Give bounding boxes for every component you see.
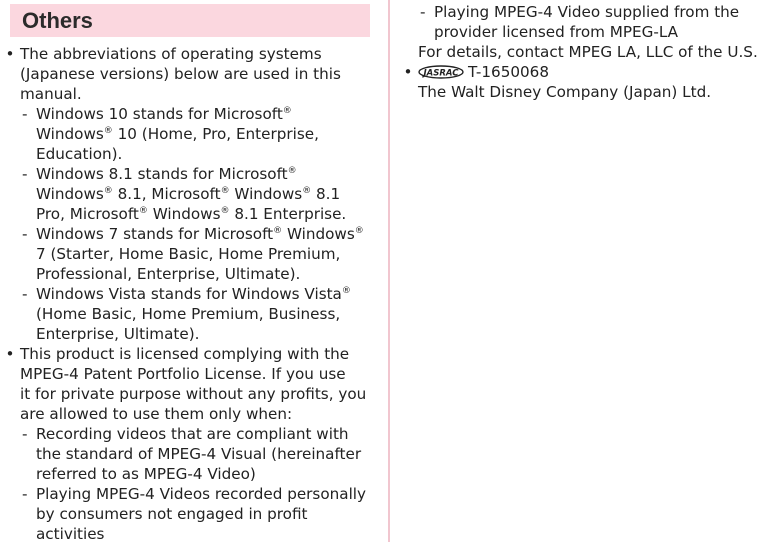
sub-item-line: - Playing MPEG-4 Videos recorded personal… <box>22 485 366 503</box>
registered-mark: ® <box>302 186 312 196</box>
registered-mark: ® <box>282 106 292 116</box>
sub-item-line: activities <box>36 525 105 543</box>
sub-item-line: - Playing MPEG-4 Video supplied from the <box>420 3 740 21</box>
bullet-icon: • <box>403 63 413 81</box>
sub-item-line: (Home Basic, Home Premium, Business, <box>36 305 341 323</box>
sub-item-line: provider licensed from MPEG-LA <box>434 23 679 41</box>
bullet-icon: • <box>5 345 15 363</box>
sub-item-line: Education). <box>36 145 123 163</box>
sub-item-line: Windows® 8.1, Microsoft® Windows® 8.1 <box>36 185 341 203</box>
sub-item-line: Enterprise, Ultimate). <box>36 325 200 343</box>
right-content: - Playing MPEG-4 Video supplied from the … <box>402 2 771 102</box>
registered-mark: ® <box>287 166 297 176</box>
list-item-line: • The abbreviations of operating systems <box>5 45 322 63</box>
list-item-line: The Walt Disney Company (Japan) Ltd. <box>418 83 712 101</box>
section-header: Others <box>10 4 370 37</box>
list-item-line: MPEG-4 Patent Portfolio License. If you … <box>20 365 346 383</box>
dash-marker: - <box>420 3 426 21</box>
sub-item-line: referred to as MPEG-4 Video) <box>36 465 256 483</box>
left-content: • The abbreviations of operating systems … <box>4 44 374 544</box>
sub-item-line: - Recording videos that are compliant wit… <box>22 425 349 443</box>
list-item-line: For details, contact MPEG LA, LLC of the… <box>418 43 758 61</box>
list-item-line: it for private purpose without any profi… <box>20 385 367 403</box>
sub-item-line: the standard of MPEG-4 Visual (hereinaft… <box>36 445 362 463</box>
registered-mark: ® <box>273 226 283 236</box>
sub-item-line: Professional, Enterprise, Ultimate). <box>36 265 301 283</box>
sub-item-line: 7 (Starter, Home Basic, Home Premium, <box>36 245 341 263</box>
dash-marker: - <box>22 225 28 243</box>
dash-marker: - <box>22 105 28 123</box>
list-item-line: are allowed to use them only when: <box>20 405 293 423</box>
sub-item-line: - Windows 7 stands for Microsoft® Windows… <box>22 225 364 243</box>
dash-marker: - <box>22 165 28 183</box>
dash-marker: - <box>22 425 28 443</box>
sub-item-line: - Windows 10 stands for Microsoft® <box>22 105 292 123</box>
column-divider <box>388 0 390 542</box>
registered-mark: ® <box>220 186 230 196</box>
registered-mark: ® <box>103 126 113 136</box>
sub-item-line: Windows® 10 (Home, Pro, Enterprise, <box>36 125 319 143</box>
sub-item-line: by consumers not engaged in profit <box>36 505 308 523</box>
dash-marker: - <box>22 485 28 503</box>
section-title: Others <box>22 8 93 33</box>
svg-text:JASRAC: JASRAC <box>422 69 460 79</box>
list-item-line: (Japanese versions) below are used in th… <box>20 65 341 83</box>
dash-marker: - <box>22 285 28 303</box>
registered-mark: ® <box>103 186 113 196</box>
registered-mark: ® <box>341 286 351 296</box>
registered-mark: ® <box>354 226 364 236</box>
sub-item-line: Pro, Microsoft® Windows® 8.1 Enterprise. <box>36 205 347 223</box>
list-item-line: manual. <box>20 85 82 103</box>
list-item-line: • This product is licensed complying with… <box>5 345 350 363</box>
sub-item-line: - Windows 8.1 stands for Microsoft® <box>22 165 297 183</box>
registered-mark: ® <box>220 206 230 216</box>
list-item-line: • JASRAC T-1650068 <box>402 62 771 82</box>
registered-mark: ® <box>138 206 148 216</box>
sub-item-line: - Windows Vista stands for Windows Vista® <box>22 285 351 303</box>
jasrac-logo-icon: JASRAC <box>418 64 464 84</box>
bullet-icon: • <box>5 45 15 63</box>
